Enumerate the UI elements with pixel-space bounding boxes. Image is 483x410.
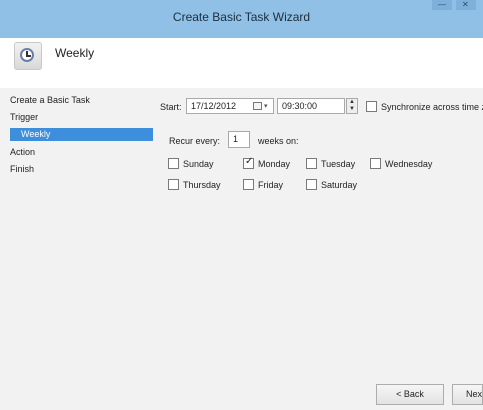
close-button[interactable]: ✕: [456, 0, 476, 10]
day-label-wednesday: Wednesday: [385, 159, 433, 169]
sync-time-zones-checkbox[interactable]: [366, 101, 377, 112]
minimize-button[interactable]: —: [432, 0, 452, 10]
day-checkbox-tuesday[interactable]: [306, 158, 317, 169]
spin-up-icon[interactable]: ▲: [349, 99, 355, 105]
nav-item-create-basic-task[interactable]: Create a Basic Task: [10, 95, 90, 105]
start-time-field[interactable]: 09:30:00: [277, 98, 345, 114]
chevron-down-icon: ▾: [264, 103, 268, 110]
day-label-sunday: Sunday: [183, 159, 214, 169]
check-icon: ✓: [245, 156, 254, 167]
nav-item-finish[interactable]: Finish: [10, 164, 34, 174]
back-button[interactable]: < Back: [376, 384, 444, 405]
day-label-friday: Friday: [258, 180, 284, 190]
calendar-icon: [253, 102, 262, 110]
day-checkbox-monday[interactable]: ✓: [243, 156, 254, 169]
nav-item-weekly-label: Weekly: [21, 129, 51, 139]
title-bar: Create Basic Task Wizard — ✕: [0, 0, 483, 38]
nav-item-weekly[interactable]: Weekly: [10, 128, 153, 141]
clock-icon: [14, 42, 42, 70]
start-time-value: 09:30:00: [282, 101, 318, 111]
window-title: Create Basic Task Wizard: [172, 10, 311, 24]
page-title: Weekly: [55, 46, 95, 60]
day-label-saturday: Saturday: [321, 180, 358, 190]
time-spinner[interactable]: ▲ ▼: [346, 98, 358, 114]
start-date-value: 17/12/2012: [191, 101, 237, 111]
next-button[interactable]: Next >: [452, 384, 483, 405]
start-date-picker[interactable]: 17/12/2012 ▾: [186, 98, 274, 114]
recur-label: Recur every:: [169, 136, 221, 146]
day-checkbox-friday[interactable]: [243, 179, 254, 190]
spin-down-icon[interactable]: ▼: [349, 106, 355, 112]
day-checkbox-wednesday[interactable]: [370, 158, 381, 169]
nav-item-action[interactable]: Action: [10, 147, 35, 157]
recur-weeks-input[interactable]: 1: [228, 131, 250, 148]
day-checkbox-sunday[interactable]: [168, 158, 179, 169]
day-label-monday: Monday: [258, 159, 291, 169]
minimize-icon: —: [438, 0, 446, 9]
start-label: Start:: [160, 102, 182, 112]
day-label-tuesday: Tuesday: [321, 159, 356, 169]
day-checkbox-thursday[interactable]: [168, 179, 179, 190]
day-label-thursday: Thursday: [183, 180, 221, 190]
recur-weeks-value: 1: [233, 134, 239, 144]
nav-item-trigger[interactable]: Trigger: [10, 112, 38, 122]
day-checkbox-saturday[interactable]: [306, 179, 317, 190]
close-icon: ✕: [462, 0, 469, 9]
weeks-on-label: weeks on:: [258, 136, 299, 146]
sync-time-zones-label: Synchronize across time zones: [381, 102, 483, 112]
